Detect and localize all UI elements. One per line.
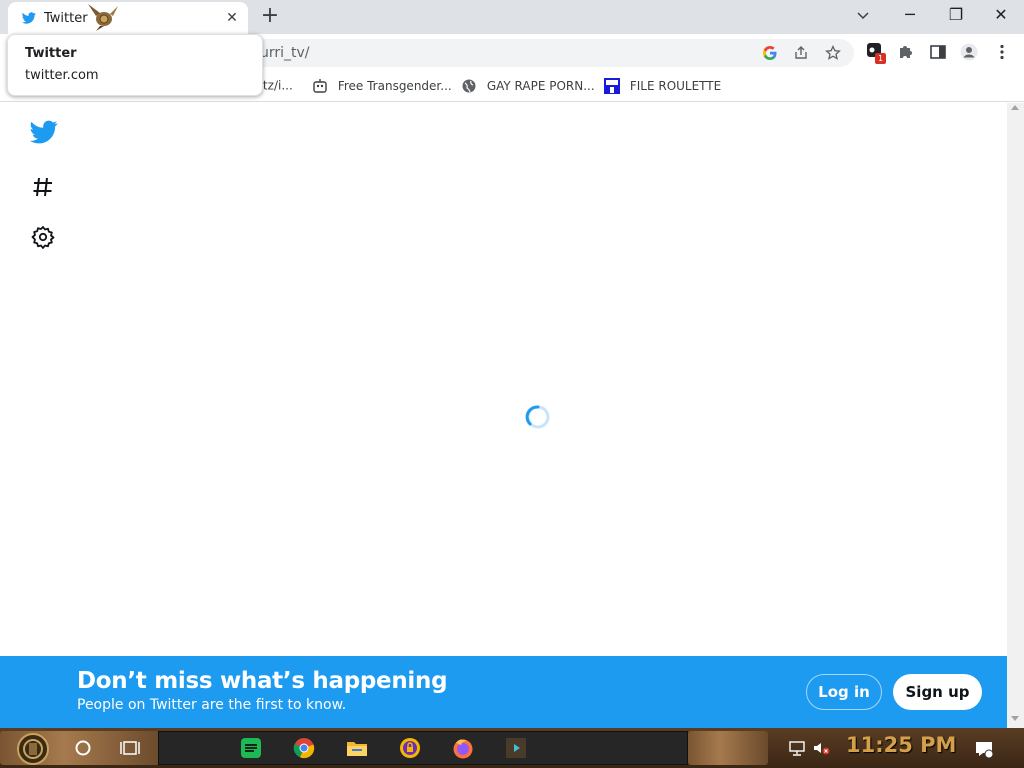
bookmark-label: GAY RAPE PORN... — [486, 79, 595, 93]
new-tab-button[interactable]: + — [259, 5, 281, 29]
tab-title: Twitter — [44, 11, 88, 26]
hashtag-icon[interactable] — [32, 176, 54, 198]
chrome-menu-icon[interactable] — [993, 43, 1011, 61]
google-lens-icon[interactable] — [762, 45, 778, 61]
file-explorer-icon[interactable] — [346, 737, 368, 759]
bookmark-item-gay-rape-porn[interactable]: GAY RAPE PORN... — [461, 78, 595, 96]
twitter-bird-icon[interactable] — [30, 120, 58, 144]
tab-close-button[interactable]: ✕ — [224, 9, 240, 27]
cortana-search-icon[interactable] — [74, 739, 92, 757]
globe-icon — [462, 79, 476, 93]
media-player-icon[interactable] — [505, 737, 527, 759]
restore-button[interactable]: ❐ — [940, 4, 972, 28]
spotify-icon[interactable] — [240, 737, 262, 759]
tab-strip: Twitter ✕ + ─ ❐ ✕ — [0, 0, 1024, 34]
share-icon[interactable] — [793, 45, 809, 61]
extensions-puzzle-icon[interactable] — [897, 43, 915, 61]
bookmark-star-icon[interactable] — [825, 45, 841, 61]
firefox-icon[interactable] — [452, 737, 474, 759]
volume-muted-icon[interactable] — [812, 740, 830, 756]
bookmark-label: Free Transgender... — [337, 79, 452, 93]
chrome-icon[interactable] — [293, 737, 315, 759]
task-view-icon[interactable] — [120, 739, 140, 757]
page-scrollbar[interactable] — [1007, 103, 1024, 728]
scroll-down-arrow-icon[interactable] — [1011, 716, 1019, 721]
screen: Twitter ✕ + ─ ❐ ✕ urri_tv/ 1 rtz/i... Fr… — [0, 0, 1024, 768]
taskbar-clock[interactable]: 11:25 PM — [846, 733, 956, 757]
taskbar-wood-right — [688, 731, 768, 765]
tab-twitter[interactable]: Twitter ✕ — [8, 2, 248, 34]
hover-card-domain: twitter.com — [25, 68, 99, 83]
bookmark-item-free-transgender[interactable]: Free Transgender... — [312, 78, 452, 96]
extension-badge-count: 1 — [875, 53, 886, 64]
twitter-favicon-icon — [22, 12, 36, 24]
bookmark-item-partial[interactable]: rtz/i... — [258, 78, 293, 96]
banner-title: Don’t miss what’s happening — [77, 668, 448, 694]
minimize-button[interactable]: ─ — [894, 4, 926, 28]
steampunk-bird-decoration-icon — [88, 4, 118, 31]
loading-spinner-icon — [525, 405, 550, 429]
taskbar-apps-area — [158, 731, 688, 765]
bookmark-item-file-roulette[interactable]: FILE ROULETTE — [604, 78, 721, 96]
twitter-page — [0, 103, 1007, 656]
start-button-icon[interactable] — [13, 731, 53, 767]
address-bar[interactable]: urri_tv/ — [246, 39, 854, 67]
banner-subtitle: People on Twitter are the first to know. — [77, 697, 347, 713]
settings-gear-icon[interactable] — [31, 225, 55, 249]
close-window-button[interactable]: ✕ — [985, 4, 1017, 28]
tab-hover-card: Twitter twitter.com — [7, 34, 263, 96]
login-button[interactable]: Log in — [806, 674, 882, 710]
signup-banner: Don’t miss what’s happening People on Tw… — [0, 656, 1007, 728]
bookmark-label: rtz/i... — [258, 78, 293, 93]
side-panel-icon[interactable] — [929, 43, 947, 61]
extension-badge-button[interactable]: 1 — [866, 42, 886, 64]
signup-button[interactable]: Sign up — [893, 674, 982, 710]
tab-search-chevron-icon[interactable] — [856, 9, 870, 23]
vpn-icon[interactable] — [399, 737, 421, 759]
robot-icon — [313, 79, 327, 93]
profile-avatar-icon[interactable] — [960, 43, 978, 61]
bookmark-label: FILE ROULETTE — [629, 79, 722, 93]
hover-card-title: Twitter — [25, 46, 77, 61]
network-icon[interactable] — [788, 740, 806, 756]
url-text: urri_tv/ — [260, 45, 310, 61]
mft-icon — [604, 78, 620, 94]
scroll-up-arrow-icon[interactable] — [1011, 105, 1019, 110]
notification-center-icon[interactable] — [974, 739, 994, 759]
